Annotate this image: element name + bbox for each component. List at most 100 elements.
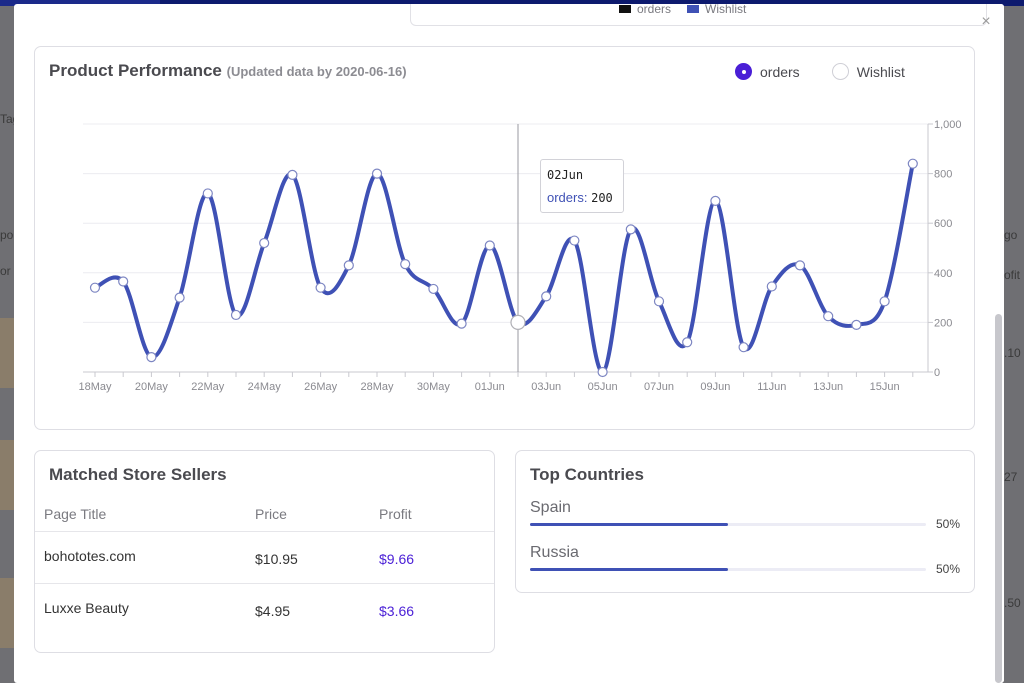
bg-text: go bbox=[1004, 228, 1018, 242]
progress-fill bbox=[530, 568, 728, 571]
data-point[interactable] bbox=[230, 309, 242, 321]
product-performance-card: Product Performance (Updated data by 202… bbox=[34, 46, 975, 430]
tooltip-value-row: orders: 200 bbox=[547, 190, 617, 205]
product-modal: orders Wishlist × Product Performance (U… bbox=[14, 4, 1004, 683]
data-point[interactable] bbox=[597, 366, 608, 378]
table-row[interactable]: Luxxe Beauty $4.95 $3.66 bbox=[35, 583, 494, 635]
modal-scrollbar-thumb[interactable] bbox=[995, 314, 1002, 683]
country-percent: 50% bbox=[935, 562, 960, 576]
progress-track bbox=[530, 523, 926, 526]
previous-chart-card: orders Wishlist bbox=[410, 4, 987, 26]
tooltip-series: orders: bbox=[547, 190, 588, 205]
y-tick-label: 1,000 bbox=[934, 119, 962, 131]
data-point[interactable] bbox=[879, 296, 890, 307]
progress-track bbox=[530, 568, 926, 571]
data-point[interactable] bbox=[428, 283, 439, 295]
seller-price: $4.95 bbox=[255, 603, 291, 619]
data-point[interactable] bbox=[484, 240, 495, 251]
bg-text: or bbox=[0, 264, 11, 278]
data-point[interactable] bbox=[625, 224, 636, 235]
data-point[interactable] bbox=[569, 235, 580, 246]
bg-text: .50 bbox=[1004, 596, 1021, 610]
x-tick-label: 13Jun bbox=[813, 381, 843, 393]
country-row: Spain 50% bbox=[530, 499, 960, 531]
country-row: Russia 50% bbox=[530, 544, 960, 576]
x-tick-label: 09Jun bbox=[700, 381, 730, 393]
seller-profit: $3.66 bbox=[379, 603, 415, 619]
x-tick-label: 05Jun bbox=[588, 381, 618, 393]
legend-swatch bbox=[687, 5, 700, 13]
y-tick-label: 800 bbox=[934, 169, 952, 181]
modal-scrollbar-track[interactable] bbox=[994, 4, 1004, 683]
data-point[interactable] bbox=[710, 195, 721, 206]
progress-fill bbox=[530, 523, 728, 526]
x-tick-label: 24May bbox=[248, 381, 282, 393]
data-point[interactable] bbox=[118, 276, 129, 287]
column-header: Page Title bbox=[44, 506, 107, 522]
x-tick-label: 07Jun bbox=[644, 381, 674, 393]
legend-label: Wishlist bbox=[705, 4, 747, 16]
x-tick-label: 20May bbox=[135, 381, 169, 393]
highlighted-data-point[interactable] bbox=[510, 314, 526, 330]
x-tick-label: 30May bbox=[417, 381, 451, 393]
x-tick-label: 22May bbox=[191, 381, 225, 393]
matched-store-sellers-card: Matched Store Sellers Page Title Price P… bbox=[34, 450, 495, 653]
data-point[interactable] bbox=[174, 292, 185, 303]
bg-thumbnail bbox=[0, 578, 14, 648]
line-chart[interactable]: 0 200 400 600 800 1,000 18May 20May 22May 24May 26… bbox=[35, 47, 976, 431]
seller-price: $10.95 bbox=[255, 551, 298, 567]
country-name: Russia bbox=[530, 544, 579, 561]
y-tick-label: 200 bbox=[934, 317, 952, 329]
bg-thumbnail bbox=[0, 318, 14, 388]
close-icon[interactable]: × bbox=[978, 14, 994, 30]
data-point[interactable] bbox=[907, 158, 918, 169]
x-tick-label: 03Jun bbox=[531, 381, 561, 393]
data-point[interactable] bbox=[343, 260, 354, 271]
data-point[interactable] bbox=[371, 168, 383, 179]
data-point[interactable] bbox=[287, 169, 298, 180]
data-point[interactable] bbox=[315, 282, 326, 293]
data-point[interactable] bbox=[823, 311, 834, 322]
legend-swatch bbox=[619, 5, 631, 13]
column-header: Profit bbox=[379, 506, 412, 522]
y-tick-label: 0 bbox=[934, 367, 940, 379]
top-countries-card: Top Countries Spain 50% Russia 50% bbox=[515, 450, 975, 593]
bg-text: 27 bbox=[1004, 470, 1018, 484]
data-point[interactable] bbox=[202, 188, 213, 199]
series-line-orders bbox=[94, 163, 915, 375]
data-point[interactable] bbox=[766, 281, 777, 292]
table-row[interactable]: bohototes.com $10.95 $9.66 bbox=[35, 531, 494, 583]
bg-thumbnail bbox=[0, 440, 14, 510]
data-point[interactable] bbox=[738, 342, 749, 353]
sellers-title: Matched Store Sellers bbox=[49, 465, 227, 484]
bg-text: .10 bbox=[1004, 346, 1021, 360]
y-tick-label: 400 bbox=[934, 268, 952, 280]
seller-title[interactable]: bohototes.com bbox=[44, 548, 136, 564]
data-point[interactable] bbox=[259, 237, 270, 249]
x-tick-label: 11Jun bbox=[757, 381, 786, 393]
data-point[interactable] bbox=[456, 318, 467, 329]
legend-label: orders bbox=[637, 4, 672, 16]
x-tick-label: 26May bbox=[304, 381, 338, 393]
x-tick-label: 15Jun bbox=[870, 381, 900, 393]
data-point[interactable] bbox=[89, 282, 101, 293]
seller-title[interactable]: Luxxe Beauty bbox=[44, 600, 129, 616]
data-point[interactable] bbox=[653, 296, 665, 307]
data-point[interactable] bbox=[682, 337, 693, 348]
country-name: Spain bbox=[530, 499, 571, 516]
x-tick-label: 01Jun bbox=[475, 381, 505, 393]
column-header: Price bbox=[255, 506, 287, 522]
data-point[interactable] bbox=[146, 352, 157, 363]
data-point[interactable] bbox=[794, 260, 806, 271]
data-point[interactable] bbox=[851, 319, 862, 330]
bg-text: ofit bbox=[1004, 268, 1021, 282]
countries-title: Top Countries bbox=[530, 465, 644, 484]
data-point[interactable] bbox=[541, 291, 552, 302]
data-point[interactable] bbox=[400, 259, 411, 270]
bg-text: po bbox=[0, 228, 14, 242]
x-tick-label: 18May bbox=[78, 381, 112, 393]
tooltip-date: 02Jun bbox=[547, 168, 584, 182]
x-tick-label: 28May bbox=[360, 381, 394, 393]
country-percent: 50% bbox=[935, 517, 960, 531]
seller-profit: $9.66 bbox=[379, 551, 415, 567]
